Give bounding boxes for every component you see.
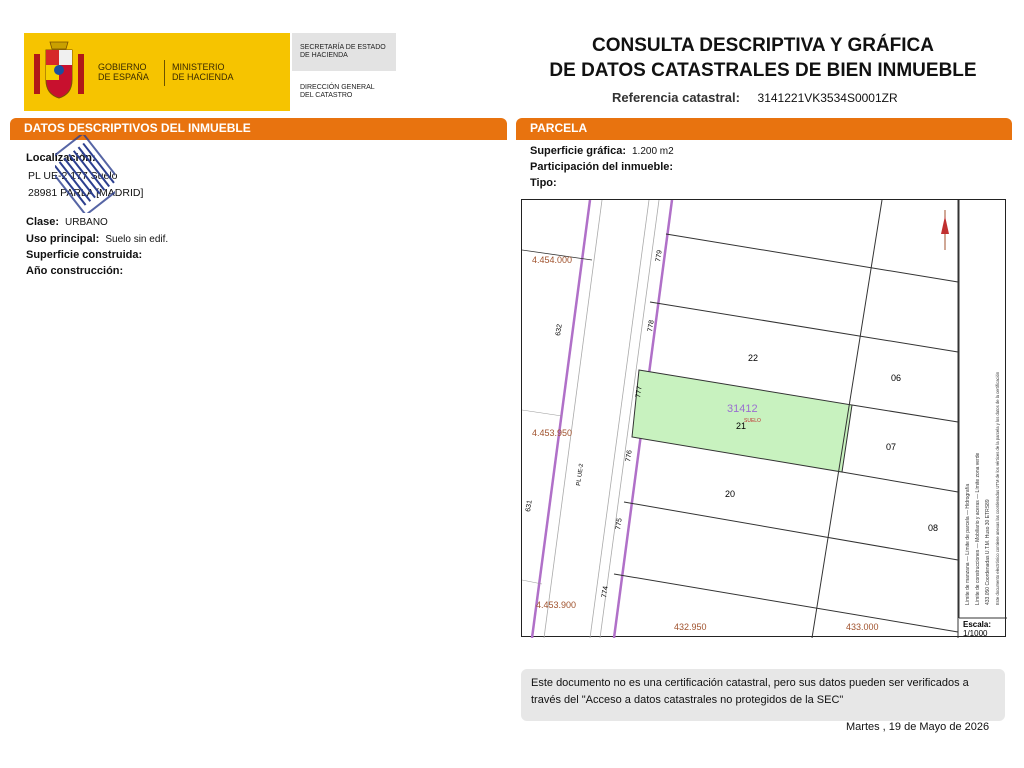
org-secretaria: SECRETARÍA DE ESTADO DE HACIENDA: [300, 44, 386, 59]
uso-field: Uso principal: Suelo sin edif.: [26, 233, 169, 245]
street-number-774: 774: [601, 586, 610, 599]
notice-line2: través del "Acceso a datos catastrales n…: [531, 694, 844, 706]
map-svg: 4.454.000 4.453.950 4.453.900 432.950 43…: [521, 199, 1007, 639]
street-number-775: 775: [615, 518, 624, 531]
notice-box: Este documento no es una certificación c…: [521, 669, 1005, 721]
block-08: 08: [928, 523, 938, 533]
block-07: 07: [886, 442, 896, 452]
block-21: 21: [736, 421, 746, 431]
y-coord-2: 4.453.950: [532, 428, 572, 438]
section-underline-right: [516, 138, 1012, 140]
escala-label: Escala:: [963, 620, 991, 629]
north-arrow-icon: [941, 210, 949, 250]
escala-value: 1/1000: [963, 629, 988, 638]
ref-value: 3141221VK3534S0001ZR: [757, 91, 898, 105]
clase-field: Clase: URBANO: [26, 216, 108, 228]
logo-right-text: MINISTERIO DE HACIENDA: [172, 62, 234, 82]
x-coord-1: 432.950: [674, 622, 707, 632]
street-number-779: 779: [655, 250, 664, 263]
y-coord-3: 4.453.900: [536, 600, 576, 610]
referencia-catastral: Referencia catastral: 3141221VK3534S0001…: [612, 90, 898, 105]
document-date: Martes , 19 de Mayo de 2026: [846, 721, 990, 733]
superficie-construida-field: Superficie construida:: [26, 249, 143, 261]
street-edge-left: [530, 199, 592, 639]
street-number-632: 632: [555, 324, 564, 337]
parcel-number: 31412: [727, 403, 758, 415]
legend-line1: Límite de manzana — Límite de parcela — …: [965, 484, 971, 605]
legend-line3: 433.050 Coordenadas U.T.M. Huso 30 ETRS8…: [985, 499, 991, 605]
coat-of-arms-icon: [34, 41, 84, 99]
section-parcela: PARCELA: [516, 118, 1012, 138]
street-name: PL UE-2: [576, 463, 585, 487]
logo-left-text: GOBIERNO DE ESPAÑA: [98, 62, 149, 82]
superficie-grafica-field: Superficie gráfica: 1.200 m2: [530, 145, 674, 157]
tipo-field: Tipo:: [530, 177, 557, 189]
street-number-631: 631: [525, 500, 534, 513]
cadastral-map: 4.454.000 4.453.950 4.453.900 432.950 43…: [521, 199, 1007, 639]
page-title: CONSULTA DESCRIPTIVA Y GRÁFICA DE DATOS …: [549, 35, 977, 81]
ref-label: Referencia catastral:: [612, 90, 740, 105]
watermark-stamp: [55, 135, 115, 213]
legend-line2: Límite de construcciones — Mobiliario y …: [975, 452, 981, 605]
legend-line4: Este documento electrónico contiene anex…: [995, 371, 1000, 605]
notice-line1: Este documento no es una certificación c…: [531, 677, 969, 689]
y-coord-1: 4.454.000: [532, 255, 572, 265]
parcel-sub: SUELO: [744, 418, 761, 424]
participacion-field: Participación del inmueble:: [530, 161, 674, 173]
org-direccion: DIRECCIÓN GENERAL DEL CATASTRO: [300, 84, 375, 99]
block-20: 20: [725, 489, 735, 499]
block-06: 06: [891, 373, 901, 383]
x-coord-2: 433.000: [846, 622, 879, 632]
block-22: 22: [748, 353, 758, 363]
anio-construccion-field: Año construcción:: [26, 265, 124, 277]
street-number-776: 776: [625, 450, 634, 463]
logo-divider: [164, 60, 165, 86]
